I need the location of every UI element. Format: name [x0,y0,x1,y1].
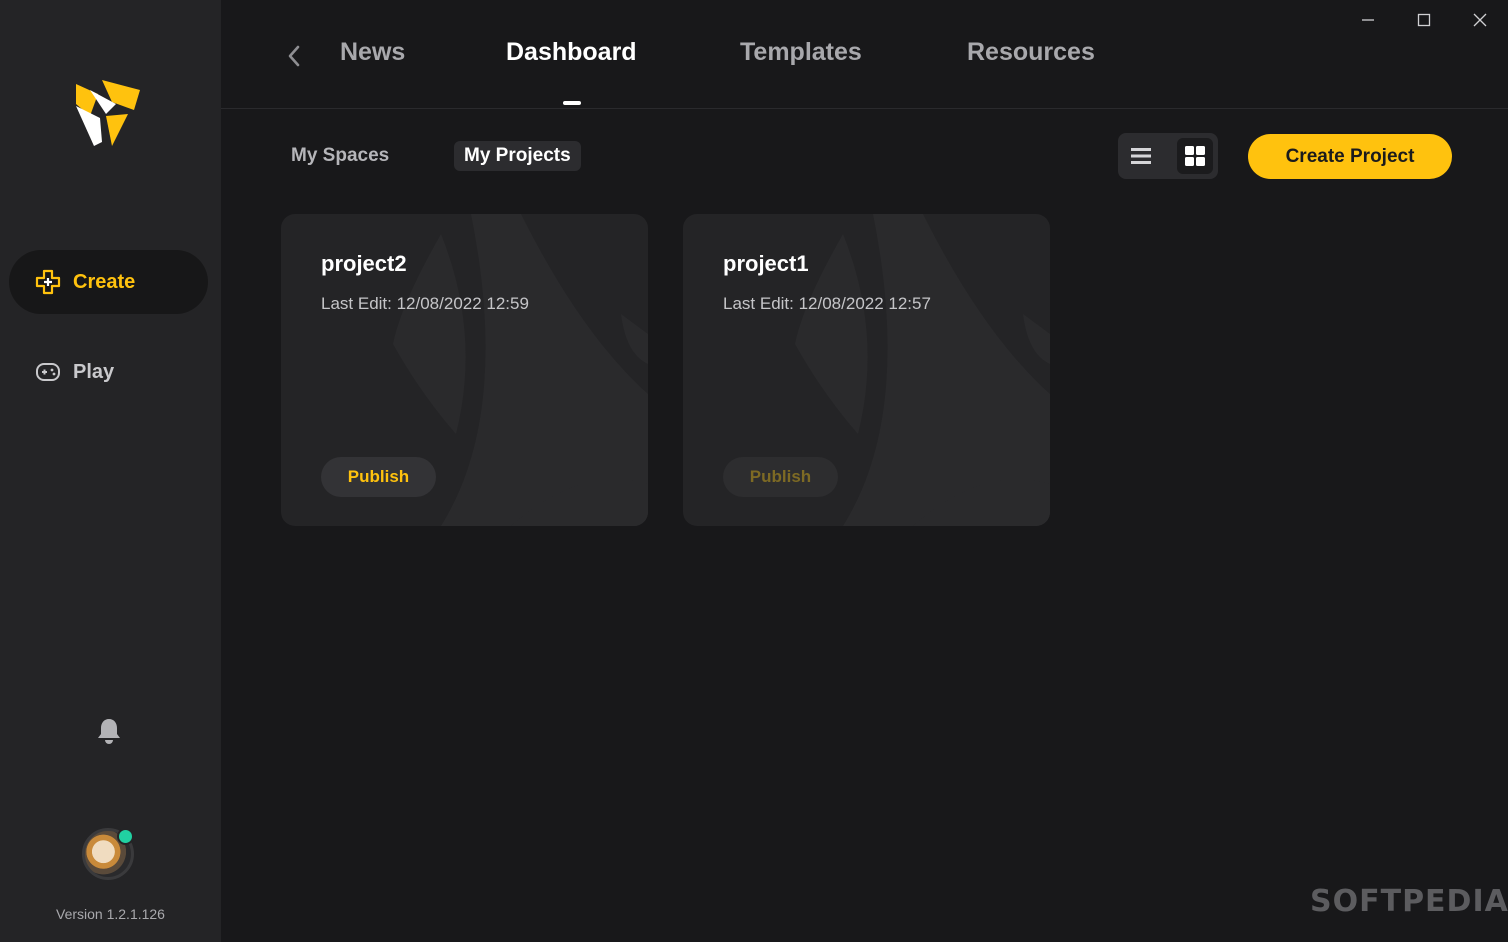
tab-dashboard[interactable]: Dashboard [506,38,637,67]
create-project-button[interactable]: Create Project [1248,134,1452,179]
view-mode-toggle [1118,133,1218,179]
grid-view-button[interactable] [1177,138,1213,174]
softpedia-watermark: SOFTPEDIA [1310,884,1508,919]
project-title: project1 [723,251,809,276]
sidebar-item-label: Create [73,270,136,293]
project-last-edit: Last Edit: 12/08/2022 12:57 [723,294,931,313]
grid-icon [1185,146,1205,166]
app-logo [76,80,140,146]
create-plus-icon [35,269,61,295]
online-status-badge [117,828,134,845]
user-avatar[interactable] [82,828,134,880]
sidebar: Create Play Version 1.2.1.126 [0,0,221,942]
sidebar-item-play[interactable]: Play [9,340,208,404]
gamepad-icon [35,359,61,385]
back-arrow-icon[interactable] [283,42,305,70]
sidebar-item-create[interactable]: Create [9,250,208,314]
subtab-my-spaces[interactable]: My Spaces [281,141,399,171]
app-version: Version 1.2.1.126 [56,906,165,922]
tab-resources[interactable]: Resources [967,38,1095,67]
list-view-button[interactable] [1123,138,1159,174]
publish-button[interactable]: Publish [321,457,436,497]
active-tab-indicator [563,101,581,105]
project-last-edit: Last Edit: 12/08/2022 12:59 [321,294,529,313]
bell-icon[interactable] [95,716,123,746]
tab-templates[interactable]: Templates [740,38,862,67]
project-title: project2 [321,251,407,276]
project-card[interactable]: project2 Last Edit: 12/08/2022 12:59 Pub… [281,214,648,526]
sidebar-item-label: Play [73,360,115,383]
tab-news[interactable]: News [340,38,405,67]
list-icon [1131,148,1151,164]
project-card[interactable]: project1 Last Edit: 12/08/2022 12:57 Pub… [683,214,1050,526]
publish-button[interactable]: Publish [723,457,838,497]
top-navigation: News Dashboard Templates Resources [221,0,1508,109]
subtab-my-projects[interactable]: My Projects [454,141,581,171]
